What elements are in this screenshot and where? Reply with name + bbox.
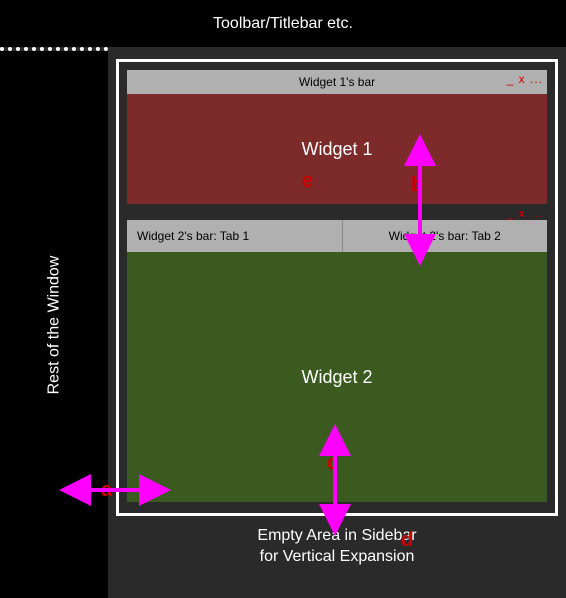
diagram-root: Toolbar/Titlebar etc. Rest of the Window…	[0, 0, 566, 598]
empty-area-line1: Empty Area in Sidebar	[116, 526, 558, 547]
widget-2-tab-1-label: Widget 2's bar: Tab 1	[137, 229, 249, 243]
widget-2-window-controls[interactable]: _ x ...	[507, 206, 543, 220]
widget-2-bar: _ x ... Widget 2's bar: Tab 1 Widget 2's…	[127, 220, 547, 252]
window-rest-label: Rest of the Window	[45, 255, 63, 394]
widget-1-body: Widget 1	[127, 94, 547, 204]
widget-1: Widget 1's bar _ x ... Widget 1	[127, 70, 547, 204]
annotation-e: e	[302, 170, 313, 193]
empty-area-caption: Empty Area in Sidebar for Vertical Expan…	[116, 526, 558, 568]
annotation-b: b	[411, 174, 423, 197]
widget-1-window-controls[interactable]: _ x ...	[507, 72, 543, 86]
annotation-d: d	[401, 529, 413, 552]
empty-area-line2: for Vertical Expansion	[116, 547, 558, 568]
sidebar-box: Widget 1's bar _ x ... Widget 1 _ x ... …	[116, 59, 558, 516]
widget-2-tab-2[interactable]: Widget 2's bar: Tab 2	[343, 220, 548, 252]
annotation-a: a	[101, 479, 112, 502]
widget-1-bar-label: Widget 1's bar	[299, 75, 375, 89]
widget-1-bar[interactable]: Widget 1's bar _ x ...	[127, 70, 547, 94]
widget-2-tab-2-label: Widget 2's bar: Tab 2	[389, 229, 501, 243]
titlebar-label: Toolbar/Titlebar etc.	[213, 15, 353, 33]
widget-1-body-label: Widget 1	[301, 139, 372, 160]
annotation-c: c	[327, 452, 338, 475]
window-rest-column: Rest of the Window	[0, 51, 108, 598]
widget-2-body-label: Widget 2	[301, 367, 372, 388]
titlebar: Toolbar/Titlebar etc.	[0, 0, 566, 47]
widget-2-tab-1[interactable]: Widget 2's bar: Tab 1	[127, 220, 343, 252]
sidebar-area: Widget 1's bar _ x ... Widget 1 _ x ... …	[108, 51, 566, 598]
